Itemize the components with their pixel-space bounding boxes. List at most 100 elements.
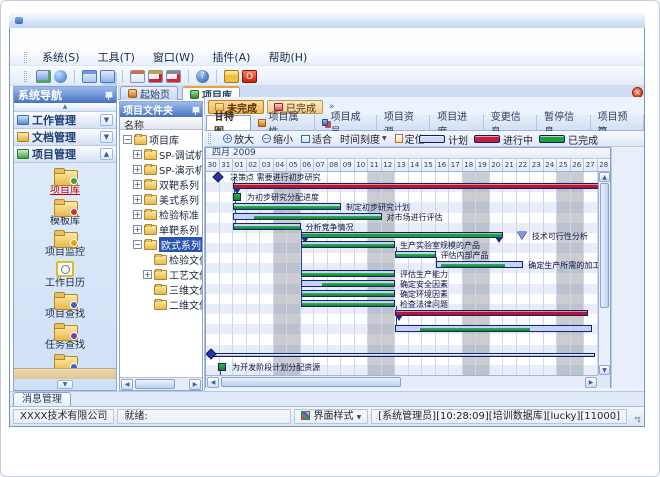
milestone-triangle[interactable] [517,231,527,239]
gantt-tab-项目进度[interactable]: 项目进度 [430,115,483,130]
gantt-tab-项目属性[interactable]: 项目属性 [251,115,315,130]
gantt-plot-area[interactable]: 决策点 需要进行初步研究为初步研究分配进度制定初步研究计划对市场进行评估分析竞争… [206,172,610,375]
tool-放大[interactable]: +放大 [219,131,258,146]
tree-node-二维文件[interactable]: 二维文件 [143,297,202,312]
nav-group-项目管理[interactable]: 项目管理▲ [14,146,116,163]
tab-起始页[interactable]: 起始页 [120,86,178,100]
expand-icon[interactable]: + [133,165,142,174]
tree-node-SP-演示机系[interactable]: +SP-演示机系 [133,162,202,177]
internet-icon[interactable] [54,70,67,83]
chevron-down-icon[interactable]: ▼ [100,131,113,143]
menu-item[interactable]: 帮助(H) [259,50,316,65]
task-bar[interactable] [301,280,396,287]
task-bar[interactable] [233,203,341,210]
summary-line-bar[interactable] [211,353,594,357]
sidebar-item-工作日历[interactable]: 工作日历 [17,261,113,292]
scroll-left-icon[interactable]: ◀ [207,377,219,388]
expand-icon[interactable]: + [133,210,142,219]
task-bar[interactable] [301,241,396,248]
resize-grip[interactable] [632,411,641,423]
nav-group-文档管理[interactable]: 文档管理▼ [14,129,116,146]
toolbar-grip[interactable] [24,71,27,82]
task-bar[interactable] [233,223,301,230]
lock-icon[interactable] [224,70,239,83]
gantt-h-scrollbar[interactable]: ◀ ▶ [206,375,598,388]
tree-node-双靶系列[interactable]: +双靶系列 [133,177,199,192]
scroll-down-icon[interactable]: ▼ [599,365,610,375]
chevron-down-icon[interactable]: ▼ [57,380,73,389]
expand-icon[interactable]: + [133,195,142,204]
tool-适合[interactable]: 适合 [297,131,336,146]
menu-item[interactable]: 系统(S) [33,50,89,65]
sidebar-item-项目监控[interactable]: 项目监控 [17,230,113,261]
scroll-left-icon[interactable]: ◀ [121,379,133,390]
scroll-thumb[interactable] [135,379,175,389]
expand-icon[interactable]: + [133,225,142,234]
sidebar-item-项目文档查找[interactable]: 项目文档查找 [17,354,113,368]
task-bar[interactable] [301,300,396,307]
title-bar[interactable] [9,13,645,28]
help-icon[interactable]: ? [196,70,209,83]
task-bar[interactable] [301,270,396,277]
ui-style-button[interactable]: 界面样式 ▼ [294,409,368,424]
chevron-up-icon[interactable]: ▲ [100,148,113,160]
pushpin-icon[interactable] [191,106,199,114]
task-bar[interactable] [301,290,396,297]
window-new-icon[interactable] [82,70,97,83]
tree-node-工艺文件[interactable]: +工艺文件 [143,267,202,282]
pushpin-icon[interactable] [104,91,112,99]
tree-node-项目库[interactable]: −项目库 [123,132,179,147]
tree-h-scrollbar[interactable]: ◀ ▶ [120,377,202,390]
sidebar-item-模板库[interactable]: 模板库 [17,199,113,230]
system-icon[interactable] [36,70,51,83]
menu-grip[interactable] [24,52,27,63]
nav-group-工作管理[interactable]: 工作管理▼ [14,112,116,129]
gantt-tab-项目成员[interactable]: 项目成员 [315,115,377,130]
summary-bar[interactable] [395,310,588,316]
expand-icon[interactable]: + [133,150,142,159]
task-bar[interactable] [233,213,382,220]
task-start-icon[interactable] [233,193,241,201]
nav-items[interactable]: 项目库模板库项目监控工作日历项目查找任务查找项目文档查找 [14,163,116,368]
scroll-thumb[interactable] [221,377,401,387]
schedule-icon[interactable] [130,70,145,83]
summary-bar[interactable] [233,183,608,189]
collapse-icon[interactable]: − [123,135,132,144]
tool-时间刻度[interactable]: 时间刻度▼ [336,131,391,146]
menu-item[interactable]: 插件(A) [203,50,259,65]
expand-icon[interactable]: + [133,180,142,189]
tab-message-management[interactable]: 消息管理 [13,392,71,406]
tree-node-SP-调试机系[interactable]: +SP-调试机系 [133,147,202,162]
gantt-tab-项目预算[interactable]: 项目预算 [591,115,644,130]
sidebar-item-任务查找[interactable]: 任务查找 [17,323,113,354]
tool-缩小[interactable]: −缩小 [258,131,297,146]
nav-scroll-up-button[interactable]: ▲ [14,103,116,112]
task-bar[interactable] [395,325,592,332]
exit-icon[interactable]: O [242,70,257,83]
summary-bar[interactable] [301,232,504,238]
collapse-icon[interactable]: − [133,240,142,249]
tree-node-三维文件[interactable]: 三维文件 [143,282,202,297]
task-bar[interactable] [436,261,524,268]
tree-node-欧式系列[interactable]: −欧式系列 [133,237,202,252]
gantt-v-scrollbar[interactable]: ▲▼ [598,172,610,375]
gantt-tab-项目资源[interactable]: 项目资源 [377,115,430,130]
tree-node-检验文件[interactable]: 检验文件 [143,252,202,267]
task-bar[interactable] [395,251,436,258]
schedule-del-icon[interactable] [166,70,181,83]
window-cascade-icon[interactable] [100,70,115,83]
gantt-tab-变更信息[interactable]: 变更信息 [484,115,537,130]
tree-node-检验标准[interactable]: +检验标准 [133,207,199,222]
menu-item[interactable]: 窗口(W) [144,50,203,65]
scroll-up-icon[interactable]: ▲ [599,172,610,182]
expand-icon[interactable]: + [143,270,152,279]
scroll-right-icon[interactable]: ▶ [585,377,597,388]
gantt-toolbar-grip[interactable] [208,133,211,144]
chevron-down-icon[interactable]: ▼ [100,114,113,126]
gantt-tab-暂停信息[interactable]: 暂停信息 [537,115,590,130]
scroll-thumb[interactable] [600,183,609,308]
schedule-alert-icon[interactable] [148,70,163,83]
tree-node-美式系列[interactable]: +美式系列 [133,192,199,207]
nav-collapsed-group[interactable] [14,368,116,379]
sidebar-item-项目查找[interactable]: 项目查找 [17,292,113,323]
